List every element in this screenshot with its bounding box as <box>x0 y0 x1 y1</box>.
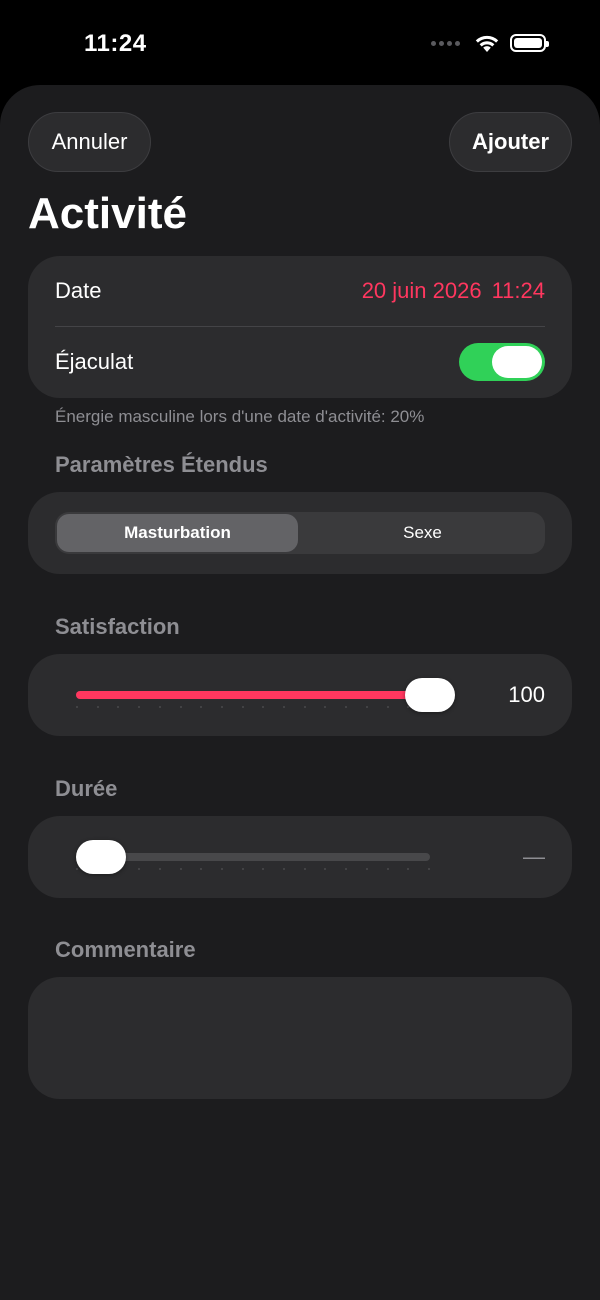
satisfaction-title: Satisfaction <box>55 614 180 639</box>
activity-type-segmented-control: Masturbation Sexe <box>55 512 545 554</box>
satisfaction-slider-thumb[interactable] <box>405 678 455 712</box>
slider-tick <box>386 706 389 708</box>
slider-tick <box>283 868 286 870</box>
satisfaction-slider-fill <box>76 691 430 699</box>
slider-tick <box>158 868 161 870</box>
slider-tick <box>158 706 161 708</box>
add-activity-sheet: Annuler Ajouter Activité Date 20 juin 20… <box>0 85 600 1300</box>
slider-tick <box>324 706 327 708</box>
slider-tick <box>303 868 306 870</box>
satisfaction-value: 100 <box>508 682 545 707</box>
slider-tick <box>76 868 78 870</box>
segment-masturbation[interactable]: Masturbation <box>57 514 298 552</box>
toggle-knob <box>492 346 542 378</box>
slider-tick <box>283 706 286 708</box>
slider-tick <box>179 868 182 870</box>
date-row[interactable]: Date 20 juin 2026 11:24 <box>55 256 545 326</box>
duration-slider-thumb[interactable] <box>76 840 126 874</box>
slider-tick <box>200 706 203 708</box>
date-ejaculation-card: Date 20 juin 2026 11:24 Éjaculat <box>28 256 572 398</box>
slider-tick <box>262 868 265 870</box>
slider-tick <box>220 868 223 870</box>
cellular-signal-icon <box>431 40 460 46</box>
segment-sexe[interactable]: Sexe <box>302 514 543 552</box>
slider-tick <box>365 706 368 708</box>
duration-card: — <box>28 816 572 898</box>
duration-slider-track[interactable] <box>76 853 430 861</box>
duration-title: Durée <box>55 776 118 801</box>
battery-icon <box>510 34 549 52</box>
wifi-icon <box>475 35 499 52</box>
page-title: Activité <box>28 189 187 238</box>
status-time: 11:24 <box>84 30 147 57</box>
slider-tick <box>427 868 430 870</box>
add-button[interactable]: Ajouter <box>449 112 572 172</box>
slider-tick <box>386 868 389 870</box>
satisfaction-slider-ticks <box>76 706 430 709</box>
status-bar: 11:24 <box>0 0 600 85</box>
slider-tick <box>262 706 265 708</box>
slider-tick <box>117 706 120 708</box>
date-picker[interactable]: 20 juin 2026 11:24 <box>362 278 545 304</box>
slider-tick <box>76 706 78 708</box>
slider-tick <box>407 868 410 870</box>
slider-tick <box>179 706 182 708</box>
slider-tick <box>220 706 223 708</box>
comment-field[interactable] <box>28 977 572 1099</box>
activity-type-card: Masturbation Sexe <box>28 492 572 574</box>
slider-tick <box>241 706 244 708</box>
ejaculation-row: Éjaculat <box>55 327 545 397</box>
slider-tick <box>138 706 141 708</box>
slider-tick <box>200 868 203 870</box>
status-icons <box>431 33 549 53</box>
cancel-button[interactable]: Annuler <box>28 112 151 172</box>
comment-title: Commentaire <box>55 937 196 962</box>
slider-tick <box>324 868 327 870</box>
slider-tick <box>365 868 368 870</box>
energy-footnote: Énergie masculine lors d'une date d'acti… <box>55 407 425 426</box>
duration-value: — <box>523 844 545 869</box>
slider-tick <box>138 868 141 870</box>
time-value[interactable]: 11:24 <box>492 278 545 304</box>
date-value[interactable]: 20 juin 2026 <box>362 278 482 304</box>
extended-settings-title: Paramètres Étendus <box>55 452 268 477</box>
date-label: Date <box>55 278 102 303</box>
slider-tick <box>241 868 244 870</box>
satisfaction-card: 100 <box>28 654 572 736</box>
ejaculation-toggle[interactable] <box>459 343 545 381</box>
slider-tick <box>96 706 99 708</box>
slider-tick <box>303 706 306 708</box>
duration-slider-ticks <box>76 868 430 871</box>
satisfaction-slider-track[interactable] <box>76 691 430 699</box>
ejaculation-label: Éjaculat <box>55 349 134 374</box>
slider-tick <box>345 868 348 870</box>
slider-tick <box>345 706 348 708</box>
